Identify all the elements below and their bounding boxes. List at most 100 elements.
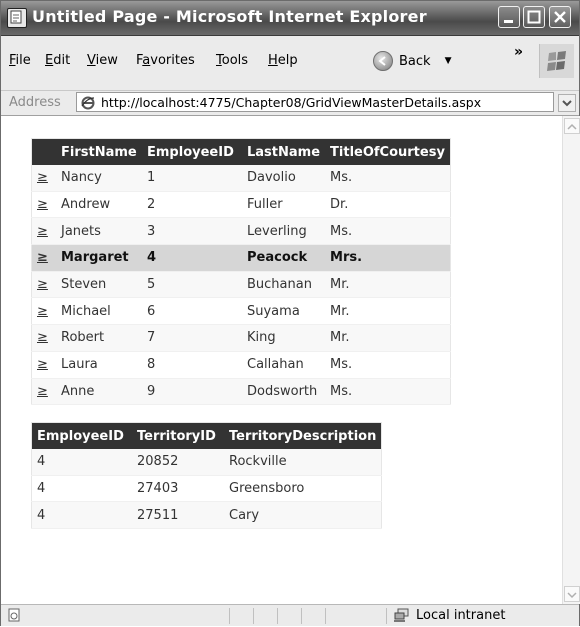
master-rows: ≥ Nancy 1 Davolio Ms. ≥ Andrew 2 Fuller Dr. ≥ Janet… [31,165,451,406]
select-cell: ≥ [31,378,56,406]
master-header-row: FirstName EmployeeID LastName TitleOfCou… [31,138,451,165]
select-cell: ≥ [31,271,56,299]
table-row: 4 27511 Cary [31,501,382,530]
select-row-link[interactable]: ≥ [37,357,48,372]
menu-file[interactable]: File [9,53,31,68]
select-cell: ≥ [31,351,56,379]
column-header: EmployeeID [142,138,242,165]
address-url: http://localhost:4775/Chapter08/GridView… [101,95,482,110]
column-header: FirstName [56,138,142,165]
address-bar: Address http://localhost:4775/Chapter08/… [1,91,579,116]
menu-help[interactable]: Help [268,53,298,68]
territories-gridview: EmployeeID TerritoryID TerritoryDescript… [31,422,383,530]
ie-logo-icon [81,95,95,110]
detail-header-row: EmployeeID TerritoryID TerritoryDescript… [31,422,382,449]
status-divider [386,608,387,624]
column-header: TerritoryID [132,422,224,449]
table-cell: Cary [224,501,382,530]
more-chevron-icon[interactable]: » [514,44,523,60]
vertical-scrollbar[interactable] [562,116,580,604]
security-zone-label: Local intranet [416,608,506,623]
table-cell: Fuller [242,191,326,219]
table-cell: Rockville [224,449,382,476]
table-cell: Janets [56,217,142,246]
table-row: ≥ Steven 5 Buchanan Mr. [31,271,451,299]
table-cell: King [242,324,326,352]
table-cell: Mr. [325,271,451,299]
select-cell: ≥ [31,244,56,272]
dropdown-arrow-icon[interactable]: ▼ [445,56,452,66]
table-cell: 8 [142,351,242,379]
status-divider [301,608,302,624]
table-cell: 6 [142,297,242,326]
table-row: ≥ Nancy 1 Davolio Ms. [31,165,451,192]
status-divider [277,608,278,624]
scroll-down-button[interactable] [564,586,580,602]
table-row: ≥ Laura 8 Callahan Ms. [31,351,451,379]
address-input[interactable]: http://localhost:4775/Chapter08/GridView… [76,92,554,112]
table-row: 4 20852 Rockville [31,449,382,476]
table-cell: Nancy [56,165,142,192]
table-cell: Ms. [325,165,451,192]
table-cell: 4 [142,244,242,272]
maximize-button[interactable] [523,6,545,28]
table-row: ≥ Margaret 4 Peacock Mrs. [31,244,451,272]
minimize-button[interactable] [498,6,520,28]
menu-tools[interactable]: Tools [216,53,248,68]
select-row-link[interactable]: ≥ [37,224,48,239]
table-row: ≥ Janets 3 Leverling Ms. [31,217,451,246]
status-divider [325,608,326,624]
title-bar[interactable]: Untitled Page - Microsoft Internet Explo… [1,1,579,36]
back-arrow-icon [373,51,393,71]
employees-gridview: FirstName EmployeeID LastName TitleOfCou… [31,138,451,406]
ie-page-icon [7,8,27,28]
table-row: ≥ Michael 6 Suyama Mr. [31,297,451,326]
table-row: 4 27403 Greensboro [31,475,382,503]
table-cell: Dodsworth [242,378,326,406]
select-row-link[interactable]: ≥ [37,330,48,345]
table-cell: Michael [56,297,142,326]
menu-bar: File Edit View Favorites Tools Help Back… [1,36,579,91]
table-cell: 3 [142,217,242,246]
select-row-link[interactable]: ≥ [37,304,48,319]
select-cell: ≥ [31,217,56,246]
table-cell: Steven [56,271,142,299]
scroll-up-button[interactable] [564,118,580,134]
table-row: ≥ Andrew 2 Fuller Dr. [31,191,451,219]
close-button[interactable] [549,6,571,28]
select-cell: ≥ [31,324,56,352]
select-row-link[interactable]: ≥ [37,250,48,265]
select-row-link[interactable]: ≥ [37,197,48,212]
window-title: Untitled Page - Microsoft Internet Explo… [32,7,427,26]
table-cell: Mr. [325,324,451,352]
menu-favorites[interactable]: Favorites [136,53,195,68]
column-header: LastName [242,138,326,165]
table-cell: Davolio [242,165,326,192]
table-cell: Robert [56,324,142,352]
select-row-link[interactable]: ≥ [37,384,48,399]
status-divider [229,608,230,624]
table-cell: Ms. [325,351,451,379]
windows-logo-icon [539,44,574,78]
table-cell: Ms. [325,378,451,406]
column-header: TitleOfCourtesy [325,138,451,165]
table-cell: 5 [142,271,242,299]
table-cell: 7 [142,324,242,352]
table-cell: Dr. [325,191,451,219]
table-cell: 2 [142,191,242,219]
select-cell: ≥ [31,297,56,326]
table-cell: Mrs. [325,244,451,272]
select-cell: ≥ [31,165,56,192]
address-dropdown-icon[interactable] [558,94,576,112]
menu-edit[interactable]: Edit [45,53,70,68]
table-cell: 27511 [132,501,224,530]
detail-rows: 4 20852 Rockville 4 27403 Greensboro 4 27511 Car… [31,449,382,530]
select-row-link[interactable]: ≥ [37,277,48,292]
table-cell: Peacock [242,244,326,272]
table-cell: 4 [31,449,132,476]
status-divider [253,608,254,624]
menu-view[interactable]: View [87,53,118,68]
select-row-link[interactable]: ≥ [37,170,48,185]
table-cell: Andrew [56,191,142,219]
back-button[interactable]: Back ▼ [373,50,451,72]
